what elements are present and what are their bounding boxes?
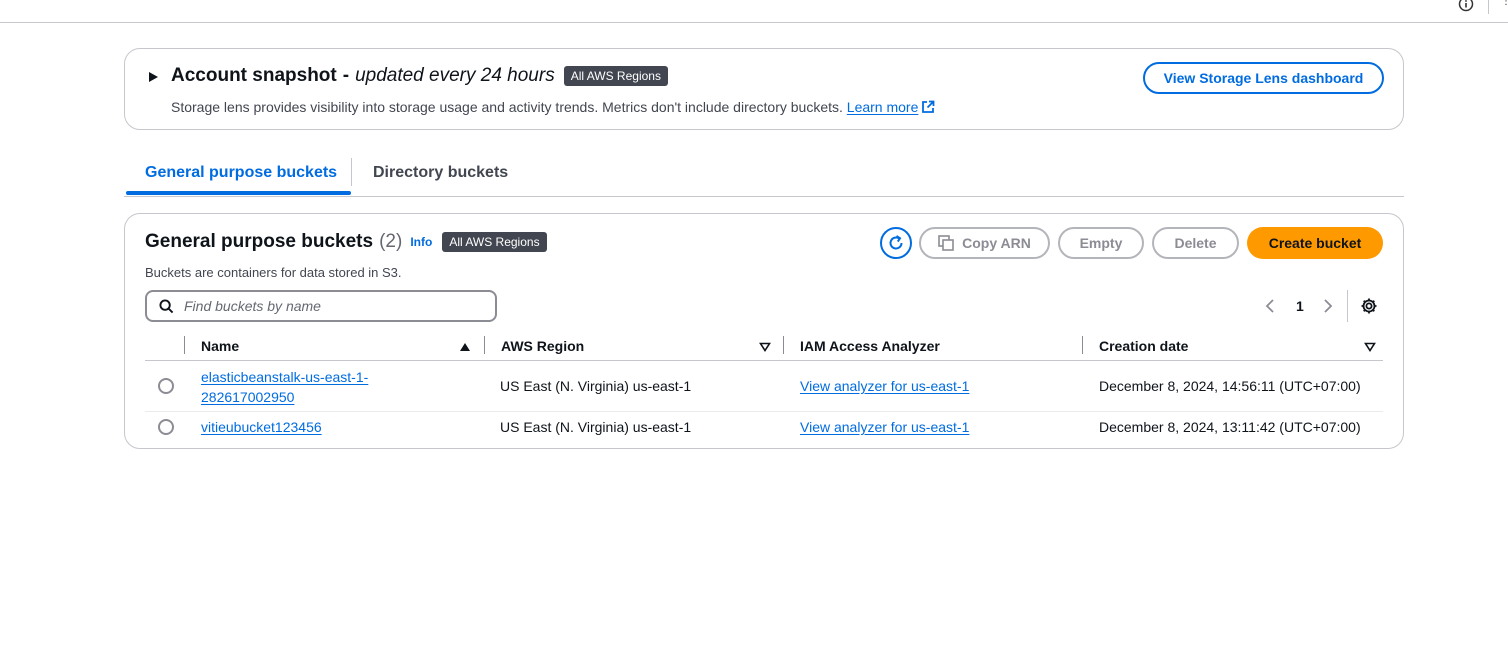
bucket-name-link[interactable]: vitieubucket123456: [201, 419, 322, 435]
caret-right-icon[interactable]: [147, 71, 159, 83]
panel-title: General purpose buckets: [145, 231, 374, 252]
view-storage-lens-button[interactable]: View Storage Lens dashboard: [1143, 62, 1384, 94]
bucket-tabs: General purpose buckets Directory bucket…: [124, 154, 1404, 197]
topbar-divider: [1488, 0, 1489, 14]
sort-icon[interactable]: [1364, 342, 1376, 352]
next-page-icon[interactable]: [1322, 298, 1334, 314]
snapshot-title: Account snapshot: [171, 65, 337, 86]
bucket-name-link[interactable]: elasticbeanstalk-us-east-1-282617002950: [201, 367, 391, 407]
empty-button[interactable]: Empty: [1058, 227, 1144, 259]
copy-arn-label: Copy ARN: [962, 235, 1031, 251]
search-input[interactable]: [182, 297, 482, 315]
previous-page-icon[interactable]: [1264, 298, 1276, 314]
bucket-region: US East (N. Virginia) us-east-1: [500, 419, 692, 435]
info-icon[interactable]: [1458, 0, 1474, 12]
copy-icon: [938, 235, 954, 251]
column-header-iam-analyzer[interactable]: IAM Access Analyzer: [800, 338, 940, 354]
panel-description: Buckets are containers for data stored i…: [145, 265, 402, 280]
sort-icon[interactable]: [759, 342, 771, 352]
snapshot-description-text: Storage lens provides visibility into st…: [171, 99, 843, 115]
copy-arn-button[interactable]: Copy ARN: [919, 227, 1050, 259]
column-header-creation-date[interactable]: Creation date: [1099, 338, 1188, 354]
active-tab-indicator: [126, 191, 351, 195]
creation-date: December 8, 2024, 14:56:11 (UTC+07:00): [1099, 378, 1361, 394]
snapshot-description: Storage lens provides visibility into st…: [171, 99, 935, 115]
learn-more-link[interactable]: Learn more: [847, 99, 919, 115]
buckets-panel: General purpose buckets (2) Info All AWS…: [124, 213, 1404, 449]
current-page[interactable]: 1: [1296, 298, 1304, 314]
view-analyzer-link[interactable]: View analyzer for us-east-1: [800, 378, 969, 394]
top-bar: ⋮: [0, 0, 1508, 23]
search-icon: [159, 298, 174, 313]
sort-ascending-icon[interactable]: [459, 342, 471, 352]
region-badge: All AWS Regions: [563, 66, 668, 86]
view-analyzer-link[interactable]: View analyzer for us-east-1: [800, 419, 969, 435]
tab-divider: [351, 158, 352, 186]
panel-header: General purpose buckets (2) Info All AWS…: [145, 231, 547, 253]
column-divider[interactable]: [184, 336, 185, 354]
bucket-count: (2): [379, 231, 403, 252]
snapshot-heading[interactable]: Account snapshot - updated every 24 hour…: [171, 65, 668, 87]
refresh-button[interactable]: [880, 227, 912, 259]
column-divider[interactable]: [1082, 336, 1083, 354]
row-radio[interactable]: [158, 378, 174, 394]
refresh-icon: [889, 235, 903, 250]
tab-directory-buckets[interactable]: Directory buckets: [373, 164, 508, 182]
tab-general-purpose-buckets[interactable]: General purpose buckets: [145, 164, 337, 182]
delete-button[interactable]: Delete: [1152, 227, 1239, 259]
search-box: [145, 290, 497, 322]
column-header-region[interactable]: AWS Region: [501, 338, 584, 354]
bucket-region: US East (N. Virginia) us-east-1: [500, 378, 692, 394]
topbar-overflow-icon[interactable]: ⋮: [1501, 0, 1508, 7]
external-link-icon[interactable]: [921, 100, 935, 114]
snapshot-subtitle: updated every 24 hours: [355, 65, 555, 86]
snapshot-title-dash: -: [342, 65, 350, 86]
region-badge: All AWS Regions: [442, 232, 547, 252]
column-divider[interactable]: [783, 336, 784, 354]
info-link[interactable]: Info: [410, 235, 432, 249]
column-header-name[interactable]: Name: [201, 338, 239, 354]
account-snapshot-panel: Account snapshot - updated every 24 hour…: [124, 48, 1404, 130]
create-bucket-button[interactable]: Create bucket: [1247, 227, 1383, 259]
table-row[interactable]: vitieubucket123456 US East (N. Virginia)…: [145, 412, 1383, 444]
gear-icon[interactable]: [1360, 297, 1378, 315]
creation-date: December 8, 2024, 13:11:42 (UTC+07:00): [1099, 419, 1361, 435]
table-row[interactable]: elasticbeanstalk-us-east-1-282617002950 …: [145, 361, 1383, 412]
pager-divider: [1347, 290, 1348, 322]
column-divider[interactable]: [484, 336, 485, 354]
row-radio[interactable]: [158, 419, 174, 435]
